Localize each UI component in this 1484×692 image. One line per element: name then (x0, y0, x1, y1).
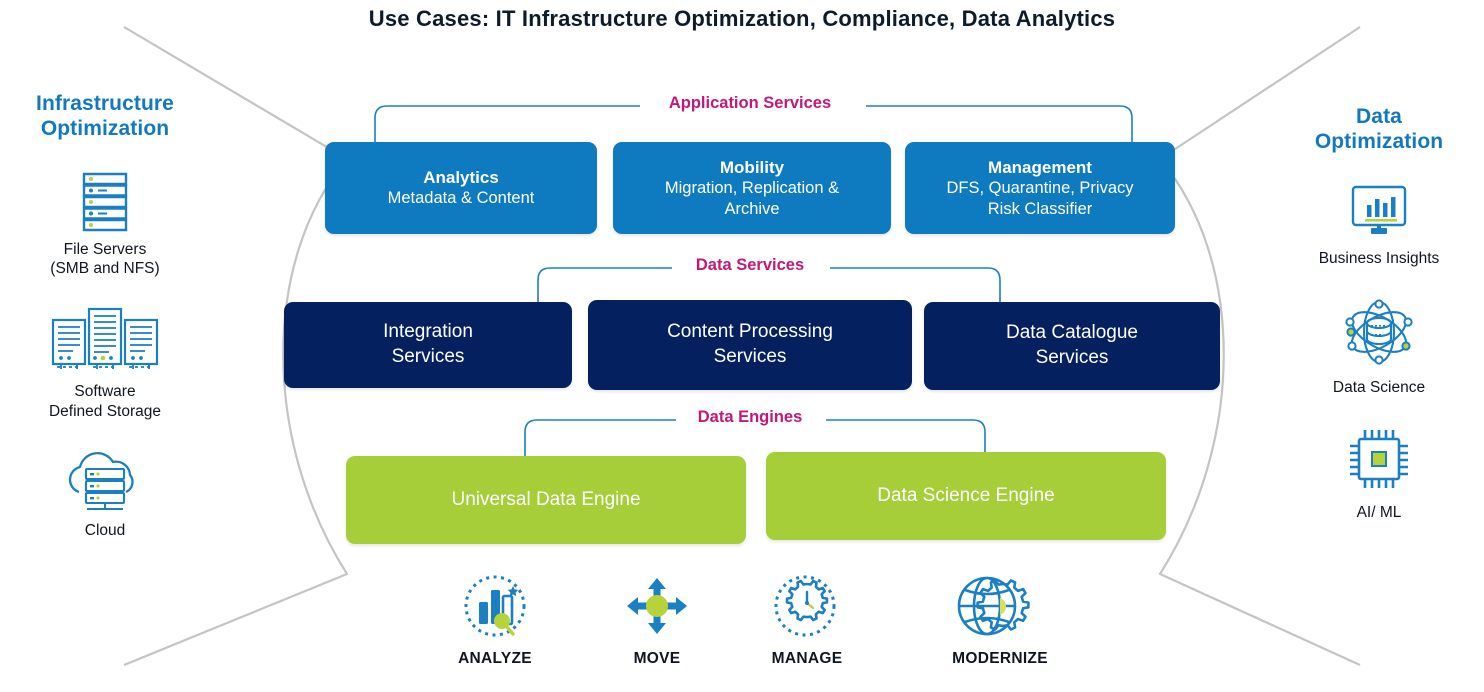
box-universal-data-engine[interactable]: Universal Data Engine (346, 456, 746, 544)
box-data-science-engine[interactable]: Data Science Engine (766, 452, 1166, 540)
bottom-item-analyze[interactable]: ANALYZE (420, 572, 570, 668)
bottom-item-move[interactable]: MOVE (582, 572, 732, 668)
bottom-label-move: MOVE (633, 650, 681, 667)
data-engines-group-label-row: Data Engines (610, 408, 890, 432)
bottom-item-modernize[interactable]: MODERNIZE (925, 572, 1075, 668)
bottom-item-manage[interactable]: MANAGE (732, 572, 882, 668)
bottom-label-manage: MANAGE (771, 650, 843, 667)
data-engines-label: Data Engines (687, 408, 813, 427)
move-arrows-icon (627, 578, 687, 634)
modernize-globe-gear-icon (957, 576, 1030, 636)
box-data-science-engine-text: Data Science Engine (877, 484, 1055, 506)
box-universal-data-engine-text: Universal Data Engine (451, 488, 641, 510)
diagram-canvas: Use Cases: IT Infrastructure Optimizatio… (0, 0, 1484, 692)
bottom-label-analyze: ANALYZE (458, 650, 532, 667)
data-services-label: Data Services (685, 256, 815, 275)
manage-gear-clock-icon (774, 575, 836, 637)
application-services-label: Application Services (658, 94, 842, 113)
bottom-label-modernize: MODERNIZE (952, 650, 1048, 667)
analyze-chart-icon (464, 575, 526, 637)
